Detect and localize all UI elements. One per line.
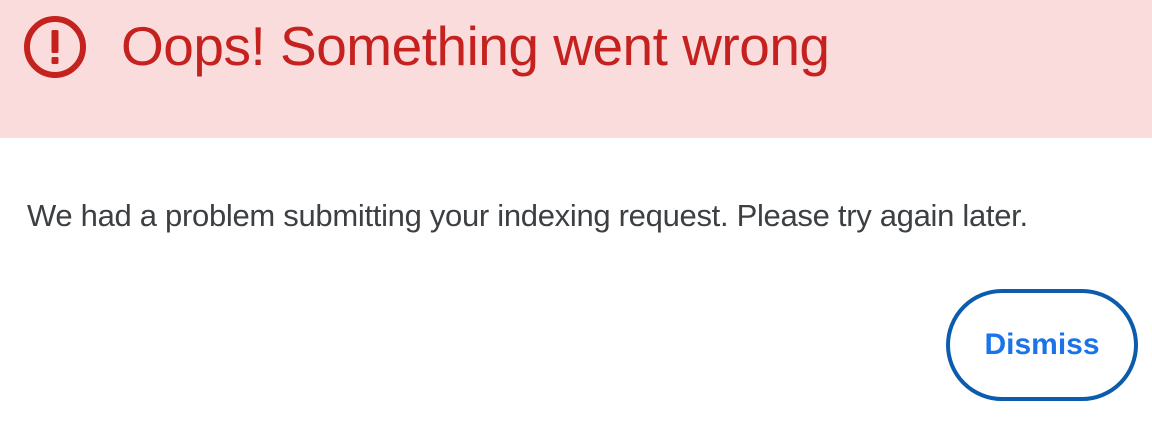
error-dialog: Oops! Something went wrong We had a prob…: [0, 0, 1152, 421]
dialog-title: Oops! Something went wrong: [121, 15, 830, 77]
error-icon: [22, 14, 88, 80]
error-message: We had a problem submitting your indexin…: [27, 198, 1028, 233]
error-header: Oops! Something went wrong: [0, 0, 1152, 138]
dismiss-button[interactable]: Dismiss: [946, 289, 1138, 401]
